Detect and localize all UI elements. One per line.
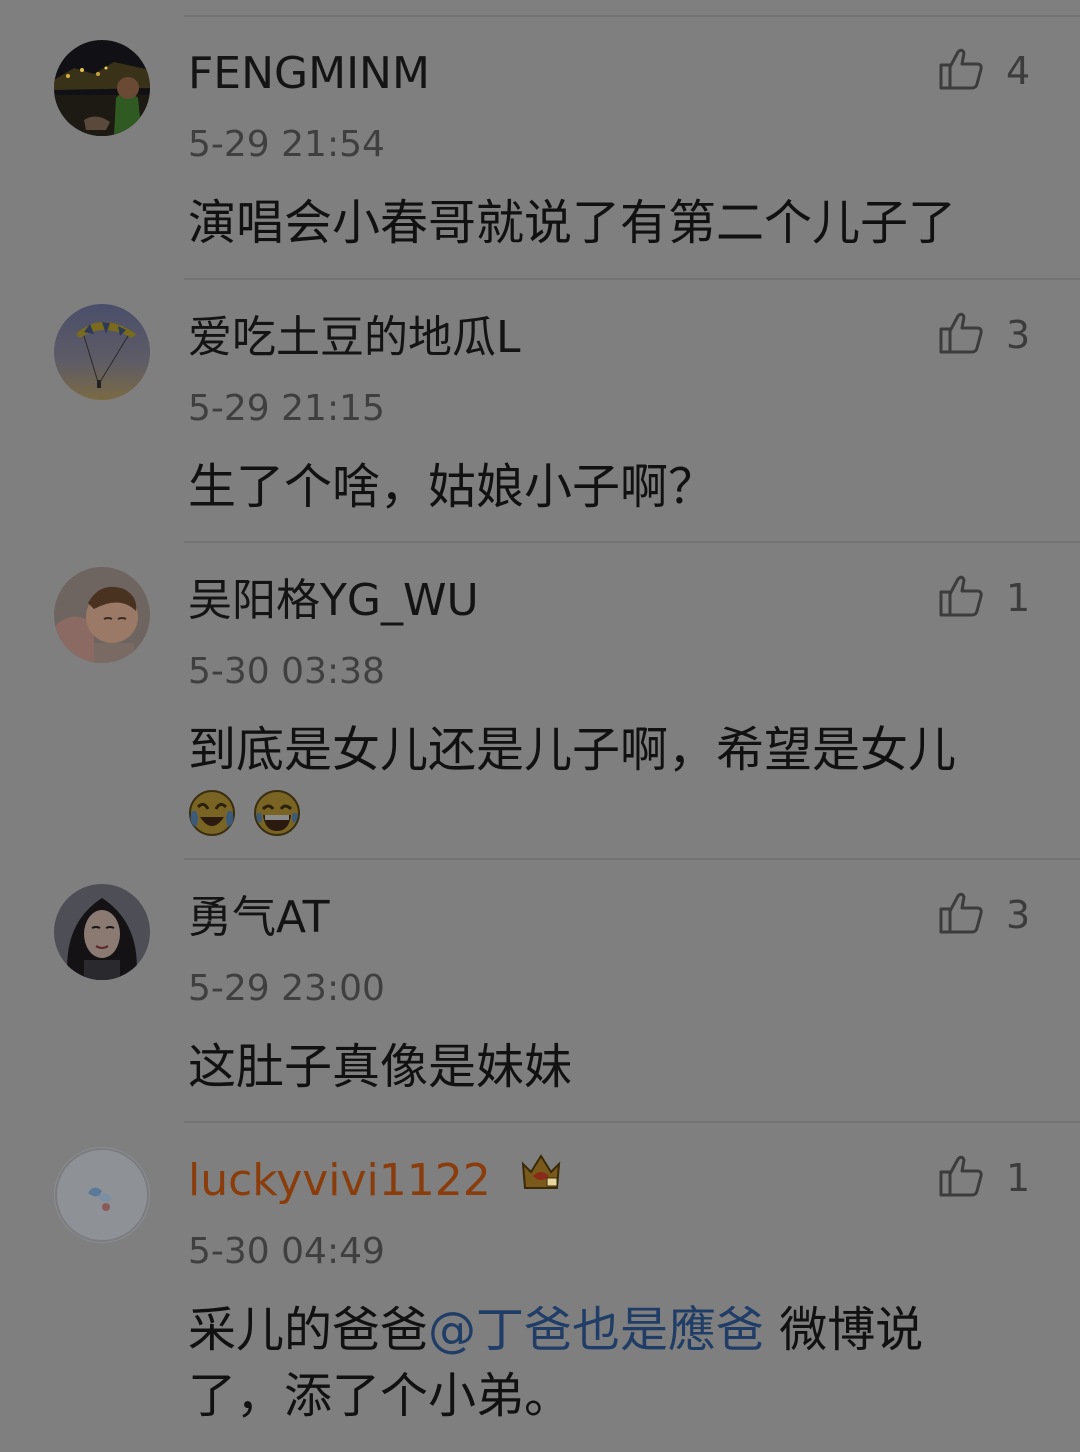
comment-text: 这肚子真像是妹妹 (188, 1039, 573, 1095)
comment-time: 5-29 21:54 (188, 124, 385, 165)
comment-username[interactable]: 吴阳格YG_WU (188, 573, 479, 629)
emoji-row (188, 785, 1008, 854)
thumbs-up-icon (938, 46, 984, 96)
comment-time: 5-29 21:15 (188, 388, 385, 429)
avatar[interactable] (54, 1147, 150, 1243)
like-button[interactable]: 1 (938, 1153, 1030, 1203)
comment-item: 勇气AT 3 5-29 23:00 这肚子真像是妹妹 (0, 884, 1080, 1124)
avatar[interactable] (54, 884, 150, 980)
avatar[interactable] (54, 567, 150, 663)
comment-username[interactable]: luckyvivi1122 (188, 1153, 563, 1209)
comment-item: luckyvivi1122 1 5-30 04:49 采儿的爸爸@丁爸也是應爸 … (0, 1147, 1080, 1452)
mention-link[interactable]: @丁爸也是應爸 (428, 1302, 764, 1358)
crying-laughing-emoji-icon (188, 788, 236, 854)
crown-badge-icon[interactable] (519, 1150, 563, 1208)
comment-text: 采儿的爸爸@丁爸也是應爸 微博说了，添了个小弟。 (188, 1297, 968, 1429)
divider (184, 858, 1080, 860)
comment-time: 5-30 04:49 (188, 1231, 385, 1272)
comment-username[interactable]: 爱吃土豆的地瓜L (188, 310, 521, 366)
divider (184, 541, 1080, 543)
comment-time: 5-29 23:00 (188, 968, 385, 1009)
divider (184, 1121, 1080, 1123)
comment-username[interactable]: 勇气AT (188, 890, 330, 946)
comment-item: 吴阳格YG_WU 1 5-30 03:38 到底是女儿还是儿子啊，希望是女儿 (0, 567, 1080, 857)
like-count: 3 (1006, 893, 1031, 937)
comment-text: 生了个啥，姑娘小子啊？ (188, 459, 717, 515)
comment-item: FENGMINM 4 5-29 21:54 演唱会小春哥就说了有第二个儿子了 (0, 40, 1080, 280)
thumbs-up-icon (938, 310, 984, 360)
like-button[interactable]: 3 (938, 310, 1030, 360)
thumbs-up-icon (938, 890, 984, 940)
comment-text-content: 到底是女儿还是儿子啊，希望是女儿 (188, 722, 957, 778)
like-button[interactable]: 3 (938, 890, 1030, 940)
comment-text: 演唱会小春哥就说了有第二个儿子了 (188, 195, 957, 251)
comment-item: 爱吃土豆的地瓜L 3 5-29 21:15 生了个啥，姑娘小子啊？ (0, 304, 1080, 544)
thumbs-up-icon (938, 1153, 984, 1203)
divider (184, 15, 1080, 17)
laughing-tears-emoji-icon (253, 788, 301, 854)
like-button[interactable]: 4 (938, 46, 1030, 96)
comment-text-before: 采儿的爸爸 (188, 1302, 429, 1358)
thumbs-up-icon (938, 573, 984, 623)
like-count: 1 (1006, 576, 1031, 620)
avatar[interactable] (54, 304, 150, 400)
comment-username[interactable]: FENGMINM (188, 46, 430, 102)
divider (184, 278, 1080, 280)
comment-time: 5-30 03:38 (188, 651, 385, 692)
comment-text: 到底是女儿还是儿子啊，希望是女儿 (188, 717, 1008, 854)
like-count: 3 (1006, 313, 1031, 357)
like-count: 1 (1006, 1156, 1031, 1200)
like-button[interactable]: 1 (938, 573, 1030, 623)
comment-username-text: luckyvivi1122 (188, 1155, 491, 1206)
avatar[interactable] (54, 40, 150, 136)
like-count: 4 (1006, 49, 1031, 93)
